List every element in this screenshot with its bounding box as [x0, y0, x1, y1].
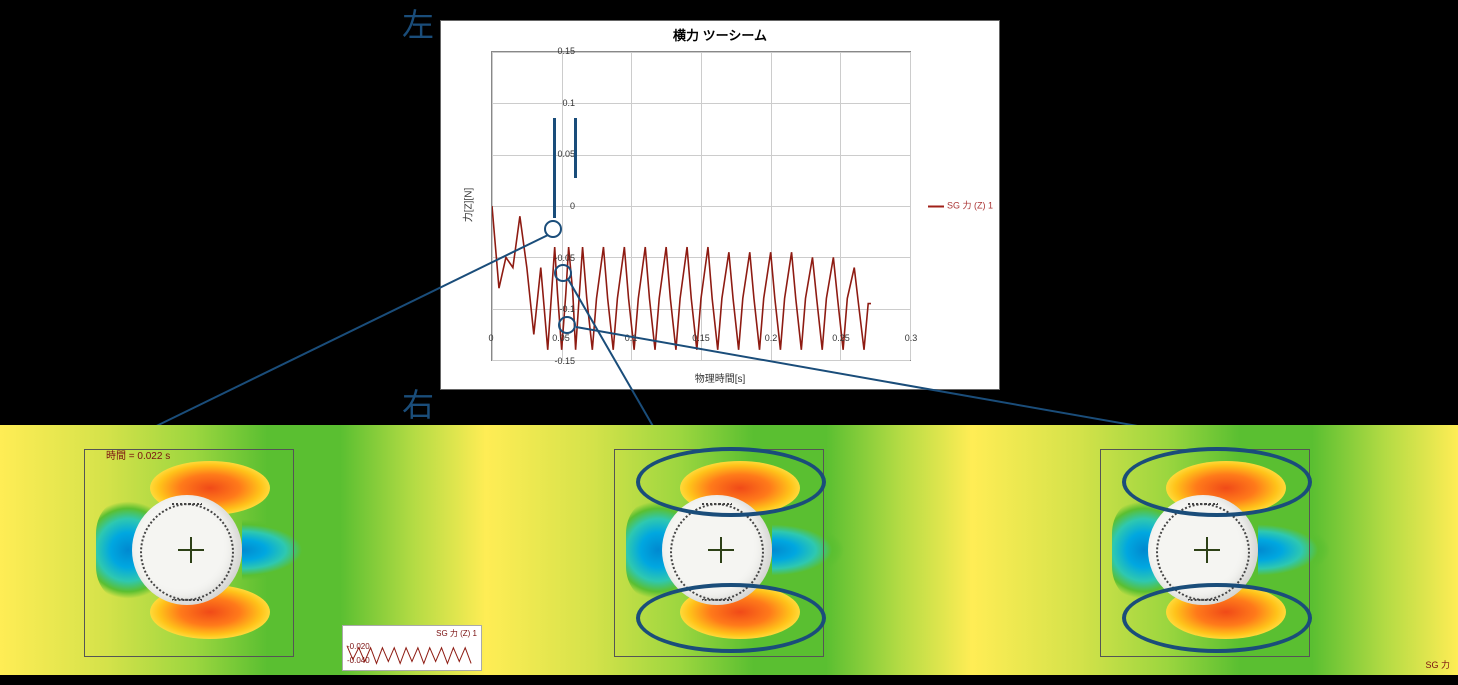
sim-time-label: 時間 = 0.022 s [106, 447, 170, 462]
right-direction-label: 右 [402, 380, 434, 426]
xtick: 0.2 [765, 333, 778, 343]
highlight-ellipse-bottom [1122, 583, 1312, 653]
y-axis-label: 力[Z][N] [460, 188, 475, 222]
cfd-panel-3: SG 力 [972, 425, 1458, 675]
sample-circle-trough [558, 316, 576, 334]
inset-force-plot: SG 力 (Z) 1 -0.020 -0.040 [342, 625, 482, 671]
highlight-ellipse-top [1122, 447, 1312, 517]
ytick: -0.15 [535, 356, 575, 366]
cfd-panel-2 [486, 425, 972, 675]
xtick: 0.25 [832, 333, 850, 343]
xtick: 0 [488, 333, 493, 343]
rotation-marker-end [574, 118, 577, 178]
left-direction-label: 左 [402, 0, 434, 46]
highlight-ellipse-top [636, 447, 826, 517]
ytick: 0.1 [535, 98, 575, 108]
chart-title: 横力 ツーシーム [441, 25, 999, 44]
chart-legend: SG 力 (Z) 1 [928, 199, 993, 212]
xtick: 0.15 [692, 333, 710, 343]
highlight-ellipse-bottom [636, 583, 826, 653]
ytick: -0.05 [535, 253, 575, 263]
inset-legend-right: SG 力 [1425, 658, 1450, 671]
xtick: 0.3 [905, 333, 918, 343]
xtick: 0.05 [552, 333, 570, 343]
ytick: -0.1 [535, 304, 575, 314]
x-axis-label: 物理時間[s] [695, 370, 746, 385]
lateral-force-chart: 横力 ツーシーム 0.15 0.1 0.05 0 -0.05 -0.1 -0.1… [440, 20, 1000, 390]
ytick: 0.15 [535, 46, 575, 56]
cfd-panel-row: 時間 = 0.022 s SG 力 (Z) 1 -0.020 -0.040 SG [0, 425, 1458, 685]
cfd-panel-1: 時間 = 0.022 s SG 力 (Z) 1 -0.020 -0.040 [0, 425, 486, 675]
rotation-marker-start [553, 118, 556, 218]
mesh-refinement-box [84, 449, 294, 657]
